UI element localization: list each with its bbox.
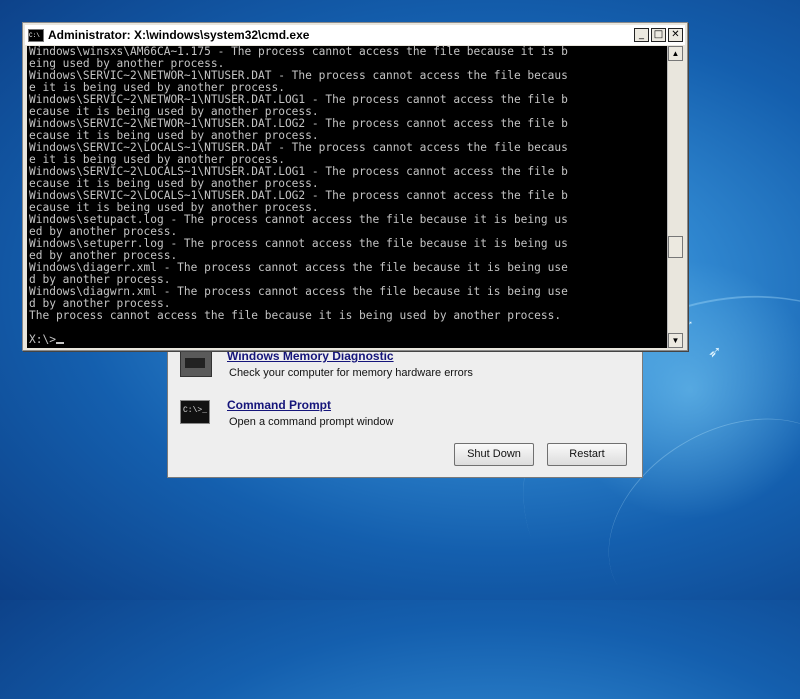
restart-button[interactable]: Restart [547, 443, 627, 466]
minimize-button[interactable]: _ [634, 28, 649, 42]
scroll-up-arrow-icon[interactable]: ▲ [668, 46, 683, 61]
command-prompt-description: Open a command prompt window [229, 416, 394, 428]
memory-chip-icon [180, 351, 212, 377]
system-recovery-dialog: Windows Memory Diagnostic Check your com… [167, 330, 643, 478]
command-prompt-line: X:\> [29, 333, 56, 346]
cmd-window[interactable]: C:\ Administrator: X:\windows\system32\c… [22, 22, 688, 351]
cmd-window-icon[interactable]: C:\ [28, 28, 44, 42]
cmd-title-bar[interactable]: C:\ Administrator: X:\windows\system32\c… [25, 25, 685, 45]
shut-down-button[interactable]: Shut Down [454, 443, 534, 466]
window-title: Administrator: X:\windows\system32\cmd.e… [48, 28, 310, 42]
text-cursor [55, 342, 64, 344]
close-button[interactable]: ✕ [668, 28, 683, 42]
vertical-scrollbar[interactable]: ▲ ▼ [667, 46, 683, 348]
maximize-button[interactable]: □ [651, 28, 666, 42]
memory-diagnostic-description: Check your computer for memory hardware … [229, 367, 473, 379]
scroll-down-arrow-icon[interactable]: ▼ [668, 333, 683, 348]
console-text: Windows\winsxs\AM66CA~1.175 - The proces… [27, 46, 667, 346]
command-prompt-icon: C:\>_ [180, 400, 210, 424]
console-line: The process cannot access the file becau… [29, 309, 562, 322]
console-output[interactable]: Windows\winsxs\AM66CA~1.175 - The proces… [27, 46, 667, 348]
command-prompt-link[interactable]: Command Prompt [227, 398, 331, 412]
scroll-thumb[interactable] [668, 236, 683, 258]
memory-diagnostic-link[interactable]: Windows Memory Diagnostic [227, 349, 394, 363]
